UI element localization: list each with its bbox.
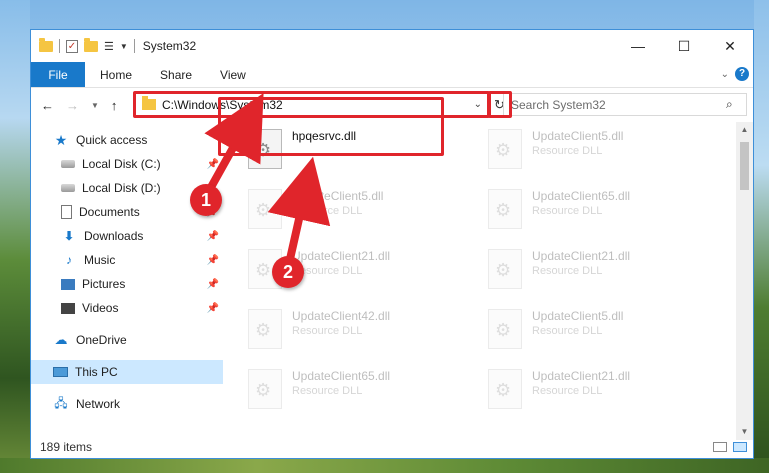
step-badge-2: 2: [272, 256, 304, 288]
annotation-arrows: [201, 93, 331, 272]
step-badge-1: 1: [190, 184, 222, 216]
